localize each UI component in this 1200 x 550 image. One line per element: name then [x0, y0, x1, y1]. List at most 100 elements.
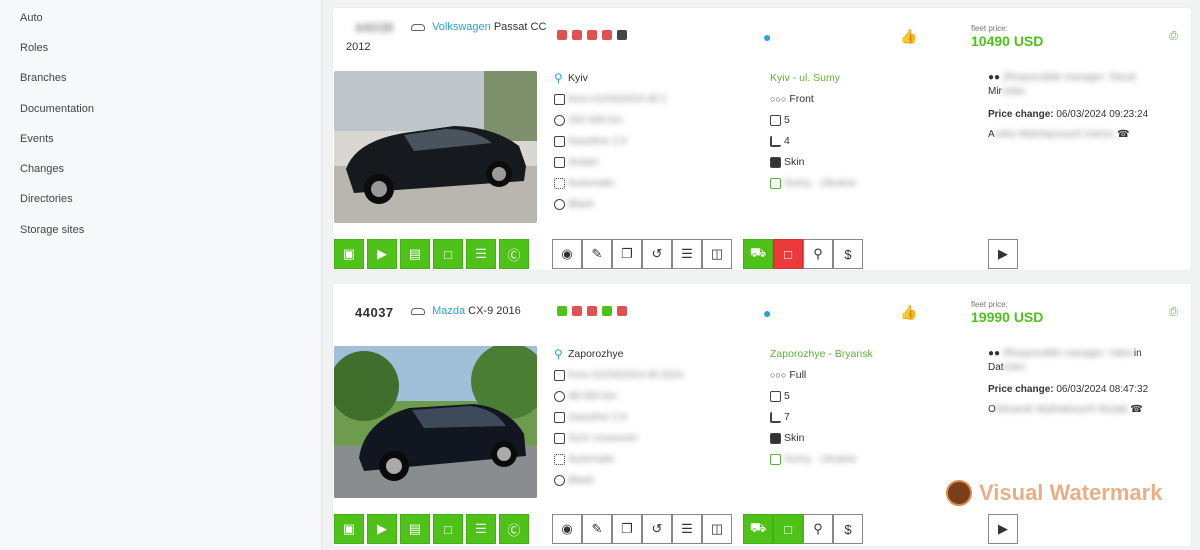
color-drop-icon: [554, 474, 565, 486]
truck-button[interactable]: ⛟: [743, 239, 773, 269]
price-change-date: 06/03/2024 08:47:32: [1056, 384, 1149, 395]
doors: 5: [770, 390, 790, 402]
interior-text: Skin: [784, 156, 805, 168]
sidebar-item-changes[interactable]: Changes: [20, 163, 64, 175]
body-type: Sedan: [554, 156, 598, 168]
mileage: 98 000 km: [554, 390, 617, 402]
sidebar-item-roles[interactable]: Roles: [20, 42, 48, 54]
people-icon: ●●: [988, 72, 1001, 83]
route-link[interactable]: Zaporozhye - Bryansk: [770, 348, 873, 360]
price-button[interactable]: $: [833, 239, 863, 269]
print-icon[interactable]: ⎙: [1169, 306, 1178, 319]
sidebar-item-documentation[interactable]: Documentation: [20, 103, 94, 115]
date-text: from 01/03/2024 till 2: [568, 93, 667, 105]
mileage: 250 000 km: [554, 114, 623, 126]
document-button[interactable]: □: [433, 239, 463, 269]
location: ⚲ Zaporozhye: [554, 348, 623, 361]
model: CX-9 2016: [468, 305, 521, 317]
car-icon: [411, 23, 425, 31]
thumbs-up-icon[interactable]: 👍: [900, 28, 917, 45]
comment-button[interactable]: □: [773, 514, 803, 544]
phone-icon[interactable]: ☎: [1130, 404, 1142, 415]
id-card-button[interactable]: ▤: [400, 514, 430, 544]
seats-text: 7: [784, 411, 790, 423]
edit-button[interactable]: ✎: [582, 239, 612, 269]
engine: Gasoline 2.5: [554, 411, 627, 423]
details-button[interactable]: ◫: [702, 239, 732, 269]
location-text: Kyiv: [568, 72, 588, 84]
seats: 4: [770, 135, 790, 147]
bank-icon: [557, 306, 567, 316]
seat-icon: [617, 306, 627, 316]
engine-check-icon: [572, 30, 582, 40]
price-change-date: 06/03/2024 09:23:24: [1056, 109, 1149, 120]
list-button[interactable]: ☰: [672, 514, 702, 544]
watermark-logo-icon: [946, 480, 972, 506]
fuel-icon: [587, 306, 597, 316]
video-button[interactable]: ▶: [367, 514, 397, 544]
manager-text: (Responsible manager: Sitzuk: [1002, 72, 1137, 83]
sidebar-item-directories[interactable]: Directories: [20, 193, 73, 205]
play-button[interactable]: ▶: [988, 239, 1018, 269]
price-button[interactable]: $: [833, 514, 863, 544]
video-button[interactable]: ▶: [367, 239, 397, 269]
doors-text: 5: [784, 390, 790, 402]
location: ⚲ Kyiv: [554, 72, 588, 85]
car-photo[interactable]: [334, 71, 537, 223]
id-card-button[interactable]: ▤: [400, 239, 430, 269]
notes-button[interactable]: ☰: [466, 514, 496, 544]
currency-button[interactable]: Ⓒ: [499, 239, 529, 269]
date-text: from 01/03/2024 till 2024: [568, 369, 684, 381]
car-card: 44037 Mazda CX-9 2016 ● 👍 fleet price: 1…: [333, 284, 1191, 546]
sidebar-item-branches[interactable]: Branches: [20, 72, 66, 84]
location-button[interactable]: ⚲: [803, 514, 833, 544]
mileage-text: 250 000 km: [568, 114, 623, 126]
make-link[interactable]: Volkswagen: [432, 21, 491, 33]
gearbox-text: Automatic: [568, 177, 615, 189]
price-change: Price change: 06/03/2024 09:23:24: [988, 108, 1148, 122]
sidebar-item-events[interactable]: Events: [20, 133, 54, 145]
comment-button[interactable]: □: [773, 239, 803, 269]
list-button[interactable]: ☰: [672, 239, 702, 269]
watermark-text: Visual Watermark: [979, 480, 1163, 505]
copy-button[interactable]: ❐: [612, 514, 642, 544]
make-link[interactable]: Mazda: [432, 305, 465, 317]
play-button[interactable]: ▶: [988, 514, 1018, 544]
camera-button[interactable]: ◉: [552, 239, 582, 269]
door-icon: [770, 114, 781, 126]
leather-icon: [770, 156, 781, 168]
interior: Skin: [770, 432, 804, 444]
customs: Sumy · Ukraine: [770, 453, 856, 465]
location-button[interactable]: ⚲: [803, 239, 833, 269]
details-button[interactable]: ◫: [702, 514, 732, 544]
history-button[interactable]: ↺: [642, 514, 672, 544]
document-button[interactable]: □: [433, 514, 463, 544]
copy-button[interactable]: ❐: [612, 239, 642, 269]
car-photo[interactable]: [334, 346, 537, 498]
notes-button[interactable]: ☰: [466, 239, 496, 269]
sidebar-item-storage-sites[interactable]: Storage sites: [20, 224, 84, 236]
edit-button[interactable]: ✎: [582, 514, 612, 544]
customs-bank-icon: [770, 453, 781, 465]
sidebar-item-auto[interactable]: Auto: [20, 12, 43, 24]
phone-icon[interactable]: ☎: [1117, 129, 1129, 140]
manager-tail: in: [1133, 348, 1142, 359]
gallery-button[interactable]: ▣: [334, 514, 364, 544]
idea-icon[interactable]: ●: [763, 29, 771, 45]
route-link[interactable]: Kyiv - ul. Sumy: [770, 72, 840, 84]
manager-text: (Responsible manager: Valen: [1002, 348, 1134, 359]
interior: Skin: [770, 156, 804, 168]
document-icon: [602, 30, 612, 40]
document-icon: [602, 306, 612, 316]
lot-id: 44038: [355, 20, 394, 35]
idea-icon[interactable]: ●: [763, 305, 771, 321]
gallery-button[interactable]: ▣: [334, 239, 364, 269]
fuel-pump-icon: [554, 411, 565, 423]
thumbs-up-icon[interactable]: 👍: [900, 304, 917, 321]
history-button[interactable]: ↺: [642, 239, 672, 269]
currency-button[interactable]: Ⓒ: [499, 514, 529, 544]
print-icon[interactable]: ⎙: [1169, 30, 1178, 43]
year: 2012: [346, 41, 371, 53]
camera-button[interactable]: ◉: [552, 514, 582, 544]
truck-button[interactable]: ⛟: [743, 514, 773, 544]
